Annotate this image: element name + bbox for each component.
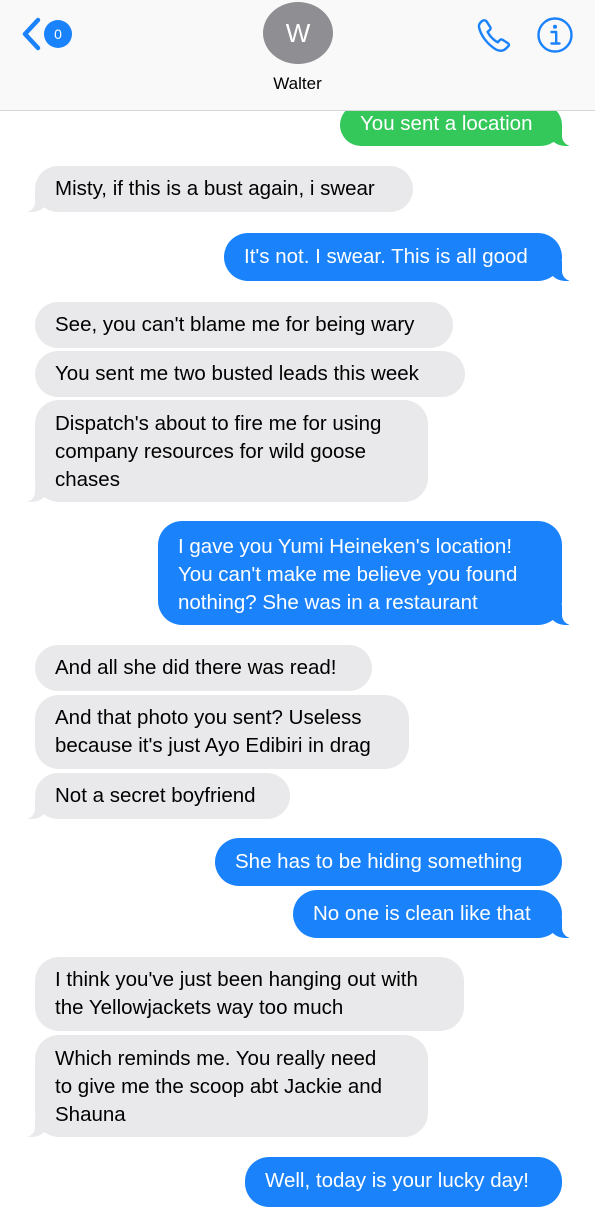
message-text: You sent a location xyxy=(360,112,533,135)
sent-message-bubble[interactable]: She has to be hiding something xyxy=(215,838,562,886)
message-text-line: because it's just Ayo Edibiri in drag xyxy=(55,734,371,757)
sent-message-bubble[interactable]: I gave you Yumi Heineken's location! You… xyxy=(158,521,588,625)
message-text-line: Shauna xyxy=(55,1103,126,1126)
avatar-initial: W xyxy=(285,17,311,48)
message-text: Well, today is your lucky day! xyxy=(265,1169,529,1192)
message-text: And all she did there was read! xyxy=(55,656,337,679)
received-message-bubble[interactable]: Which reminds me. You really need to giv… xyxy=(9,1035,428,1137)
message-text-line: Which reminds me. You really need xyxy=(55,1047,377,1070)
message-text-line: company resources for wild goose xyxy=(55,440,367,463)
message-text: It's not. I swear. This is all good xyxy=(244,245,528,268)
received-message-bubble[interactable]: See, you can't blame me for being wary xyxy=(35,302,453,348)
conversation-header: 0 W Walter xyxy=(0,0,595,111)
message-text-line: the Yellowjackets way too much xyxy=(55,996,344,1019)
message-thread[interactable]: You sent a location Misty, if this is a … xyxy=(0,0,595,1207)
phone-icon[interactable] xyxy=(474,16,514,56)
received-message-bubble[interactable]: And all she did there was read! xyxy=(35,645,372,691)
message-text-line: Dispatch's about to fire me for using xyxy=(55,412,382,435)
received-message-bubble[interactable]: And that photo you sent? Useless because… xyxy=(35,695,409,769)
received-message-bubble[interactable]: Not a secret boyfriend xyxy=(9,773,290,819)
message-text: See, you can't blame me for being wary xyxy=(55,313,415,336)
message-text-line: chases xyxy=(55,468,120,491)
avatar[interactable]: W xyxy=(263,2,333,64)
message-text-line: And that photo you sent? Useless xyxy=(55,706,362,729)
contact-name[interactable]: Walter xyxy=(0,74,595,94)
message-text: Not a secret boyfriend xyxy=(55,784,256,807)
received-message-bubble[interactable]: You sent me two busted leads this week xyxy=(35,351,465,397)
sent-message-bubble[interactable]: It's not. I swear. This is all good xyxy=(224,233,588,281)
back-button[interactable]: 0 xyxy=(20,14,76,54)
received-message-bubble[interactable]: Dispatch's about to fire me for using co… xyxy=(9,400,428,502)
message-text-line: I gave you Yumi Heineken's location! xyxy=(178,535,513,558)
sent-message-bubble[interactable]: No one is clean like that xyxy=(293,890,588,938)
message-text: You sent me two busted leads this week xyxy=(55,362,419,385)
message-text-line: nothing? She was in a restaurant xyxy=(178,591,478,614)
chevron-left-icon xyxy=(22,17,41,51)
message-text: She has to be hiding something xyxy=(235,850,523,873)
message-text-line: You can't make me believe you found xyxy=(178,563,518,586)
info-circle-icon[interactable] xyxy=(536,16,574,54)
message-text: No one is clean like that xyxy=(313,902,531,925)
message-text-line: I think you've just been hanging out wit… xyxy=(55,968,418,991)
received-message-bubble[interactable]: I think you've just been hanging out wit… xyxy=(35,957,464,1031)
message-text: Misty, if this is a bust again, i swear xyxy=(55,177,375,200)
unread-count-badge: 0 xyxy=(44,20,72,48)
received-message-bubble[interactable]: Misty, if this is a bust again, i swear xyxy=(9,166,413,212)
message-text-line: to give me the scoop abt Jackie and xyxy=(55,1075,383,1098)
